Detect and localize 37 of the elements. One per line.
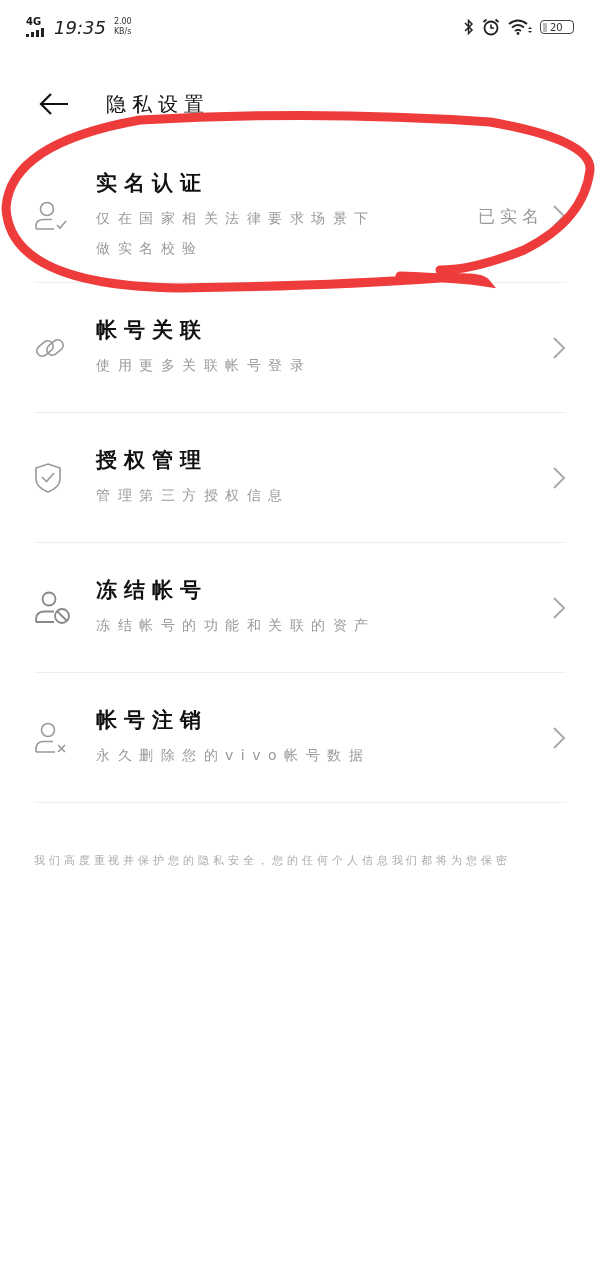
speed-unit: KB/s (113, 27, 132, 37)
page-title: 隐私设置 (106, 90, 210, 118)
item-description: 仅在国家相关法律要求场景下做实名校验 (96, 209, 377, 258)
item-description: 冻结帐号的功能和关联的资产 (96, 615, 377, 635)
status-time: 19:35 (54, 16, 106, 38)
settings-item[interactable]: 帐号关联 使用更多关联帐号登录 (34, 283, 566, 413)
chevron-right-icon (552, 725, 566, 750)
item-title: 冻结帐号 (96, 576, 209, 604)
user-blocked-icon (34, 590, 72, 625)
item-title: 授权管理 (96, 446, 209, 474)
chevron-right-icon (552, 204, 566, 228)
item-title: 帐号注销 (96, 706, 209, 734)
item-status: 已实名 (478, 204, 544, 228)
network-speed: 2.00 (113, 17, 132, 27)
user-remove-icon (34, 721, 68, 754)
settings-item[interactable]: 实名认证 仅在国家相关法律要求场景下做实名校验 已实名 (34, 150, 566, 283)
settings-item[interactable]: 帐号注销 永久删除您的vivo帐号数据 (34, 673, 566, 803)
settings-item[interactable]: 冻结帐号 冻结帐号的功能和关联的资产 (34, 543, 566, 673)
privacy-notice: 我们高度重视并保护您的隐私安全，您的任何个人信息我们都将为您保密 (34, 853, 512, 868)
item-description: 使用更多关联帐号登录 (96, 355, 312, 375)
item-description: 管理第三方授权信息 (96, 485, 291, 505)
wifi-icon (508, 19, 532, 35)
alarm-icon (482, 18, 500, 36)
settings-item[interactable]: 授权管理 管理第三方授权信息 (34, 413, 566, 543)
battery-icon: 20 (540, 20, 574, 34)
chevron-right-icon (552, 465, 566, 490)
shield-check-icon (34, 461, 62, 494)
signal-icon (26, 28, 46, 37)
network-type: 4G (26, 17, 42, 27)
back-arrow-icon[interactable] (38, 92, 70, 116)
item-title: 实名认证 (96, 170, 209, 197)
item-title: 帐号关联 (96, 316, 209, 344)
chevron-right-icon (552, 595, 566, 620)
bluetooth-icon (464, 19, 474, 35)
item-description: 永久删除您的vivo帐号数据 (96, 745, 372, 765)
user-check-icon (34, 201, 68, 231)
chevron-right-icon (552, 335, 566, 360)
